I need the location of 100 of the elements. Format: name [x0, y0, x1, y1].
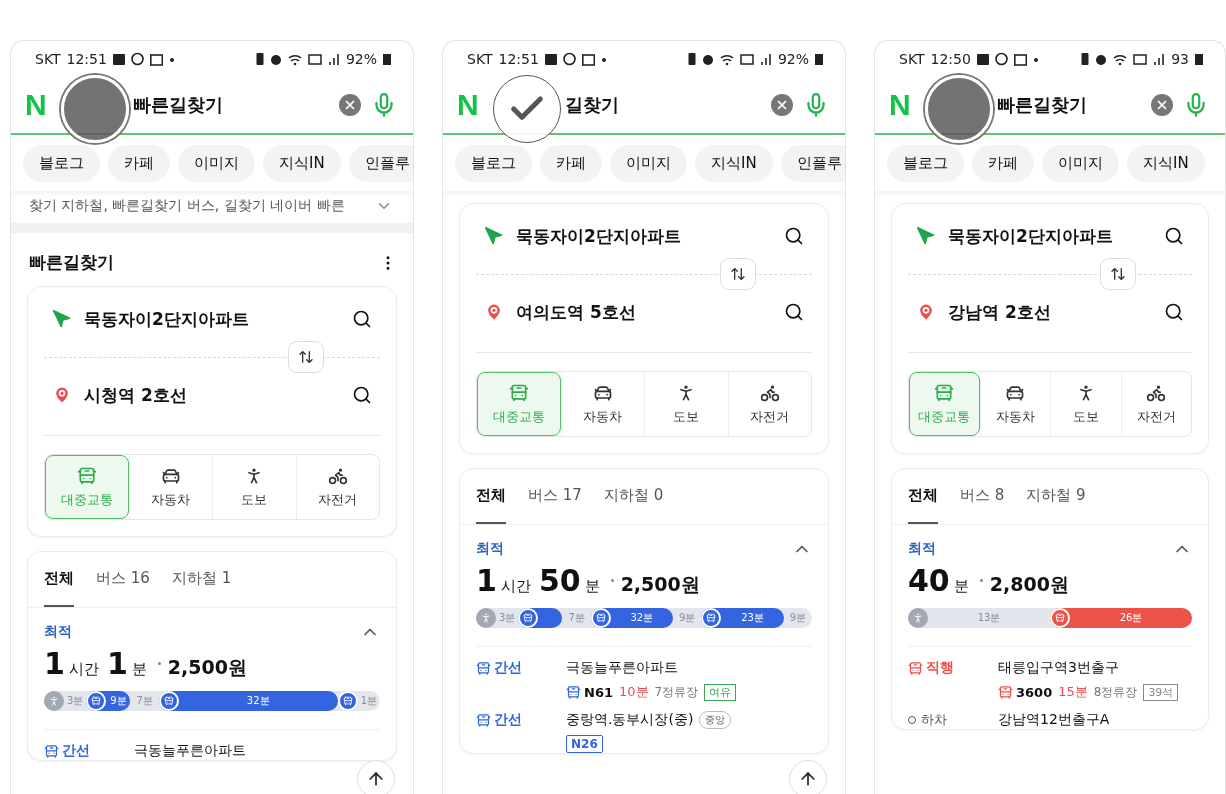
bus-icon [566, 684, 581, 700]
stop-name: 강남역12번출구A [998, 711, 1111, 729]
carrier: SKT [467, 51, 493, 67]
wait-time: 10분 [619, 683, 649, 701]
mode-tab[interactable]: 자전거 [295, 455, 379, 519]
location-arrow-icon [52, 309, 72, 329]
result-tab[interactable]: 전체 [476, 469, 506, 524]
section-title: 빠른길찾기 [29, 251, 114, 274]
search-query[interactable]: 빠른길찾기 [996, 93, 1087, 117]
duration-value: 1 [44, 646, 65, 681]
swap-arrows-icon [1110, 266, 1126, 282]
scroll-top-button[interactable] [789, 760, 827, 794]
battery-saver-icon [687, 52, 696, 66]
wait-time: 15분 [1058, 683, 1088, 701]
category-chip[interactable]: 블로그 [455, 144, 532, 182]
search-query[interactable]: 빠른길찾기 [132, 93, 223, 117]
segment-time: 13분 [976, 611, 1002, 625]
signal-icon [759, 52, 772, 66]
category-chip[interactable]: 블로그 [887, 144, 964, 182]
search-icon[interactable] [784, 226, 804, 246]
mode-tab[interactable]: 도보 [1050, 372, 1121, 436]
category-chip[interactable]: 지식IN [695, 144, 773, 182]
segment-time: 3분 [499, 611, 516, 625]
search-icon[interactable] [1164, 302, 1184, 322]
mode-tab[interactable]: 자전거 [1120, 372, 1191, 436]
result-tab[interactable]: 지하철 0 [603, 469, 664, 524]
screen-icon [149, 52, 163, 66]
category-chip[interactable]: 이미지 [178, 144, 255, 182]
clock: 12:51 [66, 51, 107, 67]
result-tab[interactable]: 지하철 9 [1026, 469, 1086, 524]
duration-unit: 분 [584, 577, 600, 596]
logo: N [25, 88, 47, 122]
swap-button[interactable] [720, 258, 756, 290]
category-chip[interactable]: 인플루 [780, 144, 845, 182]
clear-icon[interactable] [771, 94, 793, 116]
bus-number: N61 [566, 684, 613, 700]
segment-time: 32분 [245, 694, 271, 708]
clear-icon[interactable] [339, 94, 361, 116]
location-arrow-icon [916, 226, 936, 246]
close-icon [775, 98, 789, 112]
transit-icon [934, 382, 955, 403]
touch-indicator [61, 75, 129, 143]
destination[interactable]: 시청역 2호선 [84, 383, 340, 407]
mode-tab[interactable]: 도보 [212, 455, 296, 519]
data-icon [307, 52, 322, 66]
search-icon[interactable] [352, 385, 372, 405]
category-chip[interactable]: 블로그 [23, 144, 100, 182]
duration-unit: 시간 [500, 577, 531, 596]
search-icon[interactable] [784, 302, 804, 322]
mode-tab[interactable]: 자동차 [560, 372, 644, 436]
logo: N [889, 88, 911, 122]
duration-value: 40 [908, 563, 950, 598]
result-tab[interactable]: 전체 [44, 552, 74, 607]
alarm-icon [701, 52, 714, 66]
segment-time: 7분 [568, 611, 585, 625]
swap-button[interactable] [1100, 258, 1136, 290]
destination[interactable]: 강남역 2호선 [948, 300, 1152, 324]
category-chip[interactable]: 인플루 [348, 144, 413, 182]
search-icon[interactable] [352, 309, 372, 329]
category-chip[interactable]: 카페 [972, 144, 1034, 182]
search-icon[interactable] [1164, 226, 1184, 246]
location-arrow-icon [484, 226, 504, 246]
fare: 2,500원 [167, 655, 247, 680]
mode-tab[interactable]: 도보 [644, 372, 728, 436]
result-tab[interactable]: 버스 16 [96, 552, 150, 607]
category-chip[interactable]: 지식IN [1127, 144, 1205, 182]
wifi-icon [1113, 52, 1128, 66]
clear-icon[interactable] [1151, 94, 1173, 116]
origin[interactable]: 묵동자이2단지아파트 [516, 224, 772, 248]
result-tab[interactable]: 지하철 1 [171, 552, 232, 607]
search-query[interactable]: 길찾기 [564, 93, 619, 117]
bus-icon [476, 660, 491, 676]
segment-time: 9분 [789, 611, 806, 625]
mode-tab[interactable]: 자전거 [727, 372, 811, 436]
stop-name: 중랑역.동부시장(중) 중앙 [566, 711, 812, 729]
battery-level: 92% [345, 51, 377, 67]
result-tab[interactable]: 전체 [908, 469, 938, 524]
swap-button[interactable] [288, 341, 324, 373]
transit-icon [508, 382, 529, 403]
category-chip[interactable]: 이미지 [610, 144, 687, 182]
mode-tab[interactable]: 자동차 [128, 455, 212, 519]
scroll-top-button[interactable] [357, 760, 395, 794]
duration-value: 50 [538, 563, 581, 598]
category-chip[interactable]: 이미지 [1042, 144, 1119, 182]
related-searches: 찾기 지하철, 빠른길찾기 버스, 길찾기 네이버 빠른 [29, 197, 345, 215]
origin[interactable]: 묵동자이2단지아파트 [948, 224, 1152, 248]
category-chip[interactable]: 카페 [540, 144, 602, 182]
close-icon [1155, 98, 1169, 112]
bus-type-label: 간선 [476, 659, 566, 677]
stop-name: 극동늘푸른아파트 [134, 742, 247, 760]
mode-tab[interactable]: 자동차 [979, 372, 1050, 436]
category-chip[interactable]: 카페 [108, 144, 170, 182]
result-tab[interactable]: 버스 17 [528, 469, 582, 524]
clock: 12:50 [930, 51, 971, 67]
destination[interactable]: 여의도역 5호선 [516, 300, 772, 324]
battery-level: 93 [1171, 51, 1189, 67]
data-icon [739, 52, 754, 66]
origin[interactable]: 묵동자이2단지아파트 [84, 307, 340, 331]
category-chip[interactable]: 지식IN [263, 144, 341, 182]
result-tab[interactable]: 버스 8 [960, 469, 1005, 524]
